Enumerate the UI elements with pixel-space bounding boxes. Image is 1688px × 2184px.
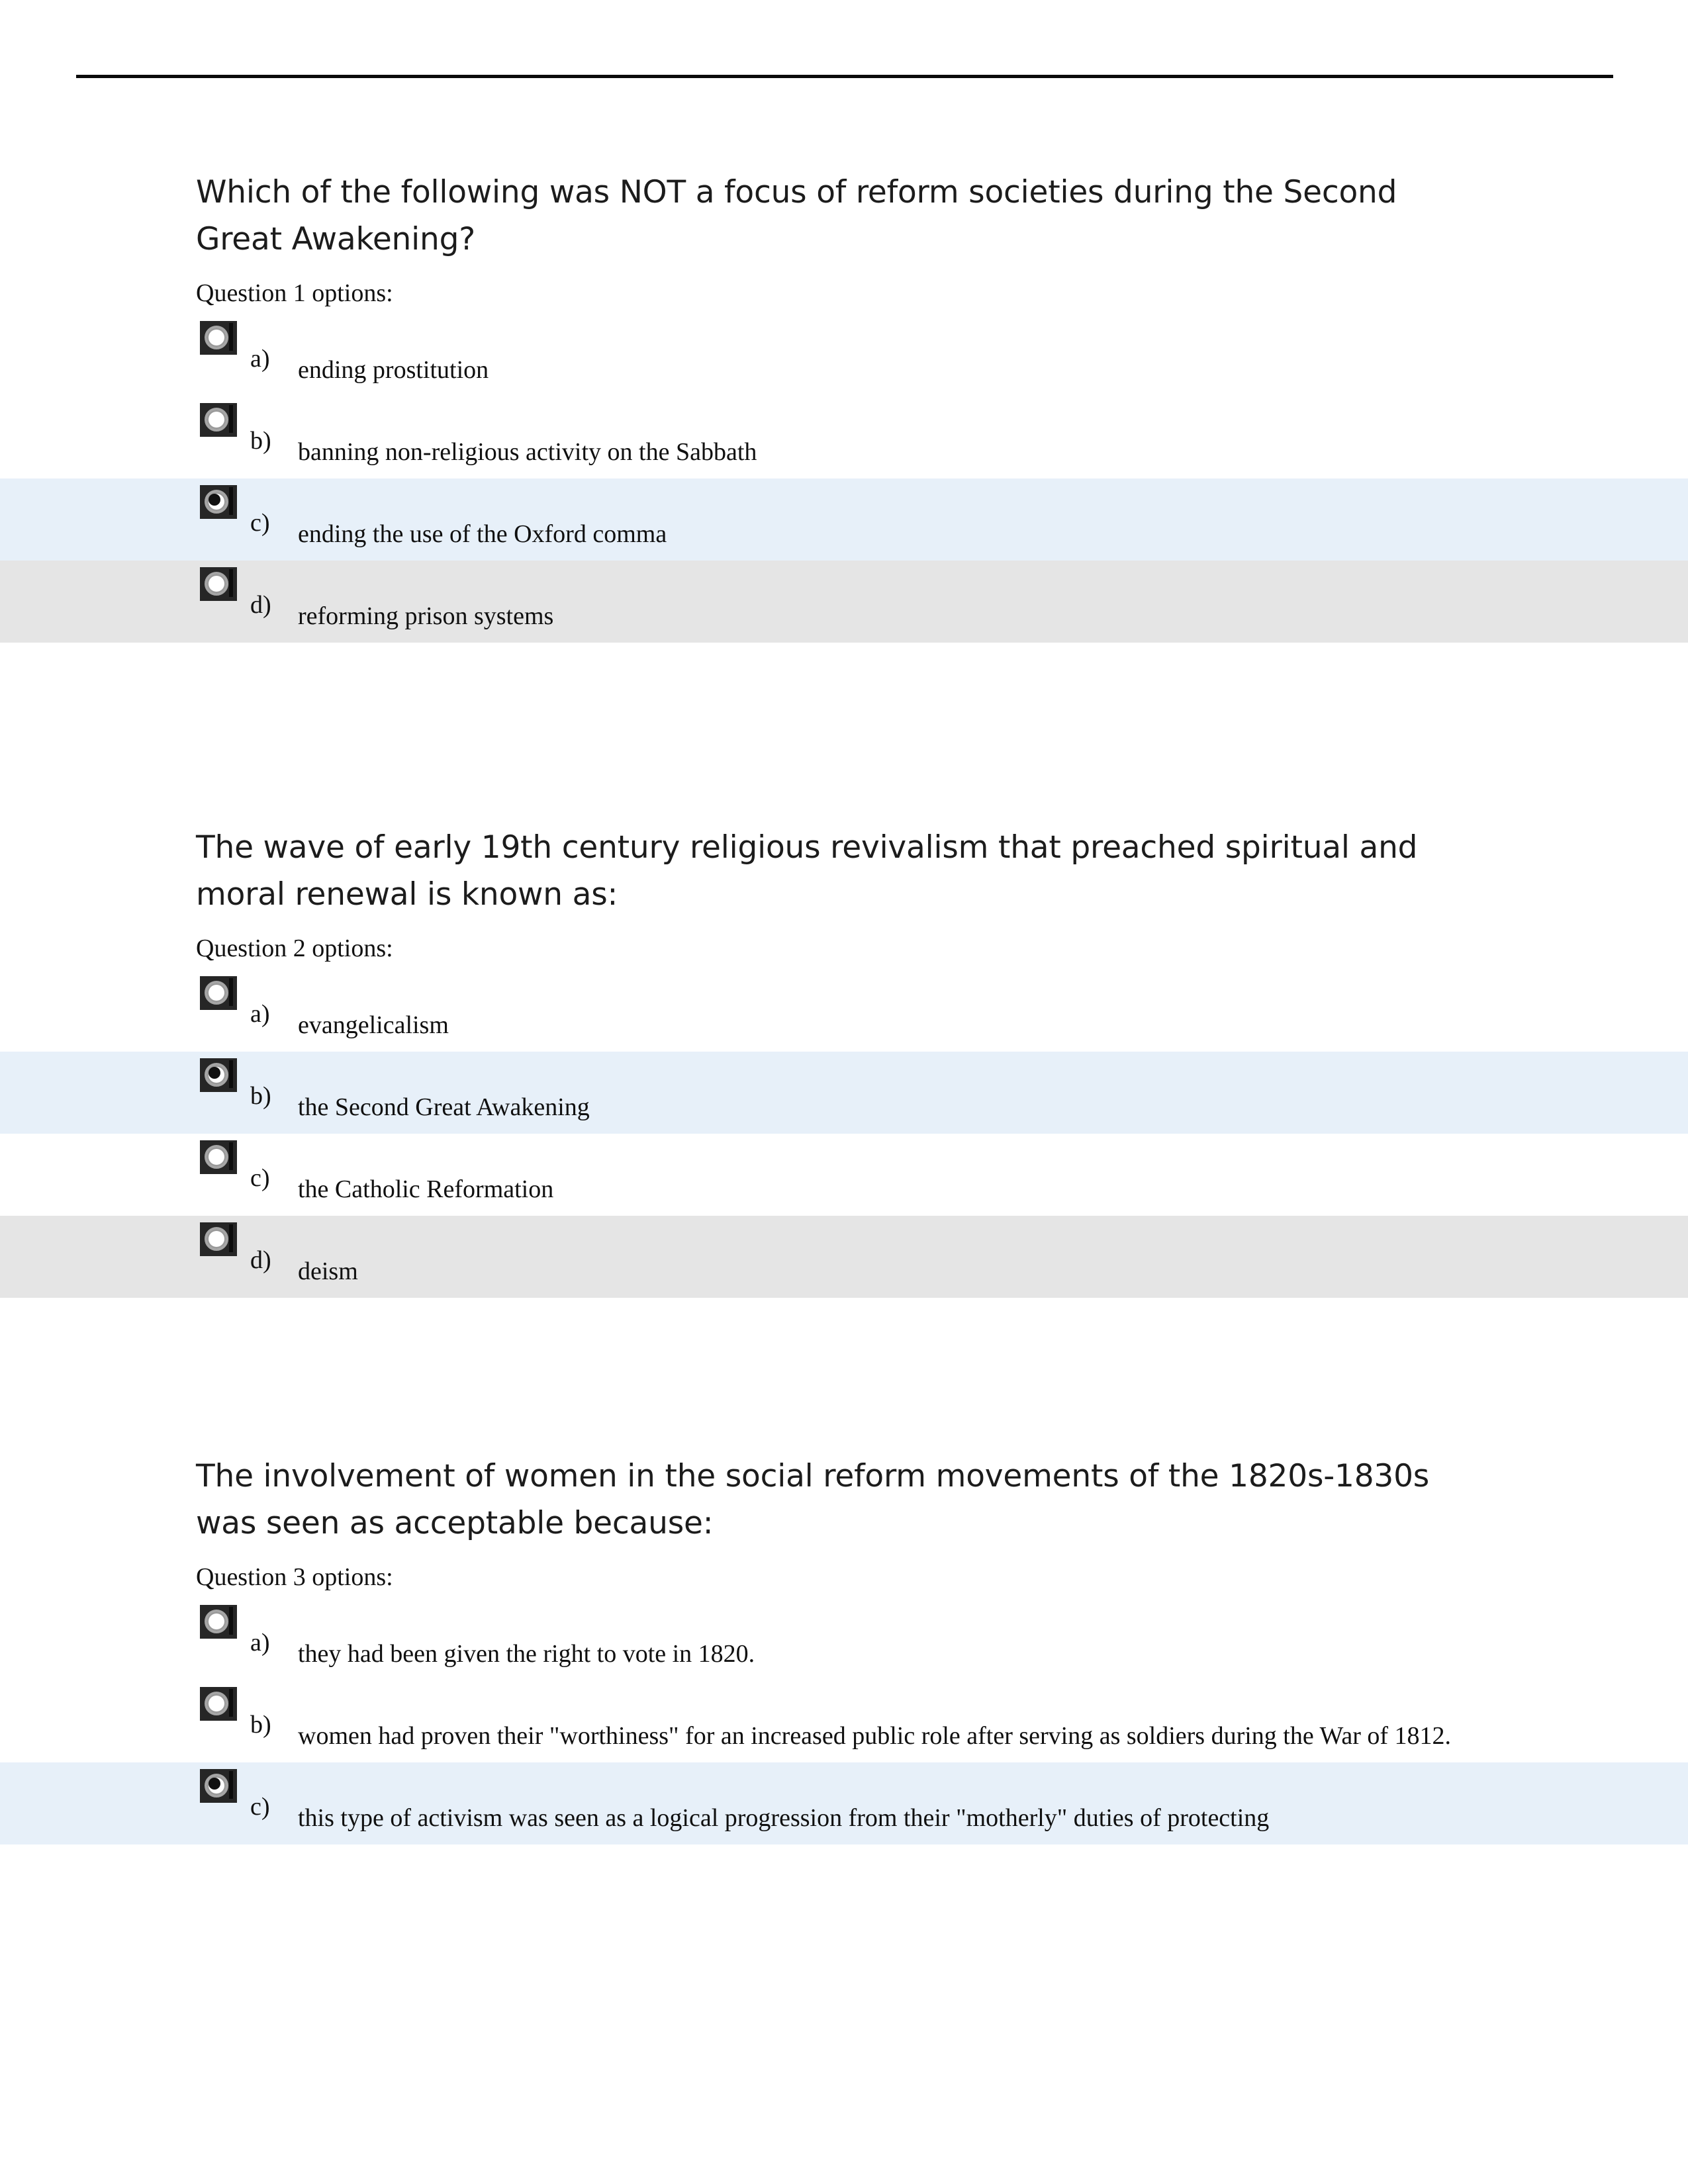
text-cursor-icon [229, 1060, 233, 1088]
radio-inner-dot [209, 494, 220, 506]
option-text: they had been given the right to vote in… [298, 1640, 755, 1668]
option-letter: a) [250, 1629, 270, 1657]
radio-button-icon[interactable] [200, 1687, 237, 1721]
radio-inner-dot [209, 1778, 220, 1790]
option-letter: c) [250, 1164, 270, 1192]
option-inner: a) evangelicalism [0, 970, 1688, 1052]
question-options-label: Question 1 options: [196, 279, 393, 307]
option-text: reforming prison systems [298, 602, 554, 630]
radio-outer-ring [205, 1145, 228, 1169]
option-letter: d) [250, 591, 271, 619]
radio-button-selected-icon[interactable] [200, 485, 237, 519]
question-options-label: Question 3 options: [196, 1563, 393, 1591]
question-options-label: Question 2 options: [196, 934, 393, 962]
option-letter: b) [250, 1082, 271, 1110]
text-cursor-icon [229, 1142, 233, 1170]
option-text: ending prostitution [298, 356, 489, 384]
text-cursor-icon [229, 1224, 233, 1252]
question-prompt: The involvement of women in the social r… [196, 1458, 1430, 1541]
radio-button-icon[interactable] [200, 1140, 237, 1174]
radio-button-icon[interactable] [200, 321, 237, 355]
option-inner: b) banning non-religious activity on the … [0, 396, 1688, 478]
question-block: Which of the following was NOT a focus o… [0, 169, 1688, 643]
option-inner: d) deism [0, 1216, 1688, 1298]
question-prompt: The wave of early 19th century religious… [196, 829, 1418, 913]
text-cursor-icon [229, 1689, 233, 1717]
radio-button-icon[interactable] [200, 403, 237, 437]
question-prompt: Which of the following was NOT a focus o… [196, 174, 1397, 257]
option-letter: a) [250, 1000, 270, 1028]
option-row[interactable]: c) ending the use of the Oxford comma [0, 478, 1688, 561]
option-row[interactable]: a) evangelicalism [0, 970, 1688, 1052]
option-row[interactable]: c) the Catholic Reformation [0, 1134, 1688, 1216]
document-page: Which of the following was NOT a focus o… [0, 0, 1688, 2184]
question-block: The wave of early 19th century religious… [0, 824, 1688, 1298]
option-text: banning non-religious activity on the Sa… [298, 438, 757, 466]
option-text: the Catholic Reformation [298, 1175, 554, 1203]
radio-outer-ring [205, 572, 228, 596]
option-text: evangelicalism [298, 1011, 449, 1039]
option-row[interactable]: b) banning non-religious activity on the … [0, 396, 1688, 478]
radio-button-icon[interactable] [200, 1605, 237, 1639]
radio-outer-ring [205, 326, 228, 349]
radio-outer-ring [205, 1692, 228, 1715]
radio-button-icon[interactable] [200, 567, 237, 601]
option-text: deism [298, 1257, 358, 1285]
text-cursor-icon [229, 323, 233, 351]
option-row[interactable]: a) ending prostitution [0, 314, 1688, 396]
radio-outer-ring [205, 1610, 228, 1633]
question-block: The involvement of women in the social r… [0, 1453, 1688, 1844]
option-letter: c) [250, 509, 270, 537]
option-text: this type of activism was seen as a logi… [298, 1804, 1270, 1832]
radio-button-selected-icon[interactable] [200, 1058, 237, 1092]
option-row[interactable]: b) women had proven their "worthiness" fo… [0, 1680, 1688, 1762]
option-row[interactable]: d) deism [0, 1216, 1688, 1298]
radio-outer-ring [205, 981, 228, 1005]
options-list: a) ending prostitution b) banning non-relig… [0, 314, 1688, 643]
option-inner: c) the Catholic Reformation [0, 1134, 1688, 1216]
option-row[interactable]: b) the Second Great Awakening [0, 1052, 1688, 1134]
option-inner: c) ending the use of the Oxford comma [0, 478, 1688, 561]
text-cursor-icon [229, 978, 233, 1006]
options-list: a) they had been given the right to vote … [0, 1598, 1688, 1844]
text-cursor-icon [229, 1607, 233, 1635]
option-text: women had proven their "worthiness" for … [298, 1722, 1452, 1750]
option-letter: a) [250, 345, 270, 373]
text-cursor-icon [229, 487, 233, 515]
option-letter: b) [250, 1711, 271, 1739]
radio-button-icon[interactable] [200, 1222, 237, 1256]
option-inner: c) this type of activism was seen as a lo… [0, 1762, 1688, 1844]
option-letter: c) [250, 1793, 270, 1821]
option-inner: a) ending prostitution [0, 314, 1688, 396]
radio-outer-ring [205, 1227, 228, 1251]
option-letter: b) [250, 427, 271, 455]
text-cursor-icon [229, 1771, 233, 1799]
text-cursor-icon [229, 405, 233, 433]
header-divider-rule [76, 75, 1613, 78]
radio-outer-ring [205, 408, 228, 432]
text-cursor-icon [229, 569, 233, 597]
option-row[interactable]: c) this type of activism was seen as a lo… [0, 1762, 1688, 1844]
radio-button-selected-icon[interactable] [200, 1769, 237, 1803]
option-inner: d) reforming prison systems [0, 561, 1688, 643]
radio-inner-dot [209, 1067, 220, 1079]
option-inner: b) the Second Great Awakening [0, 1052, 1688, 1134]
option-letter: d) [250, 1246, 271, 1274]
option-row[interactable]: a) they had been given the right to vote … [0, 1598, 1688, 1680]
option-text: ending the use of the Oxford comma [298, 520, 667, 548]
options-list: a) evangelicalism b) the Second Great Awake… [0, 970, 1688, 1298]
option-row[interactable]: d) reforming prison systems [0, 561, 1688, 643]
option-text: the Second Great Awakening [298, 1093, 590, 1121]
option-inner: a) they had been given the right to vote … [0, 1598, 1688, 1680]
radio-button-icon[interactable] [200, 976, 237, 1010]
option-inner: b) women had proven their "worthiness" fo… [0, 1680, 1688, 1762]
